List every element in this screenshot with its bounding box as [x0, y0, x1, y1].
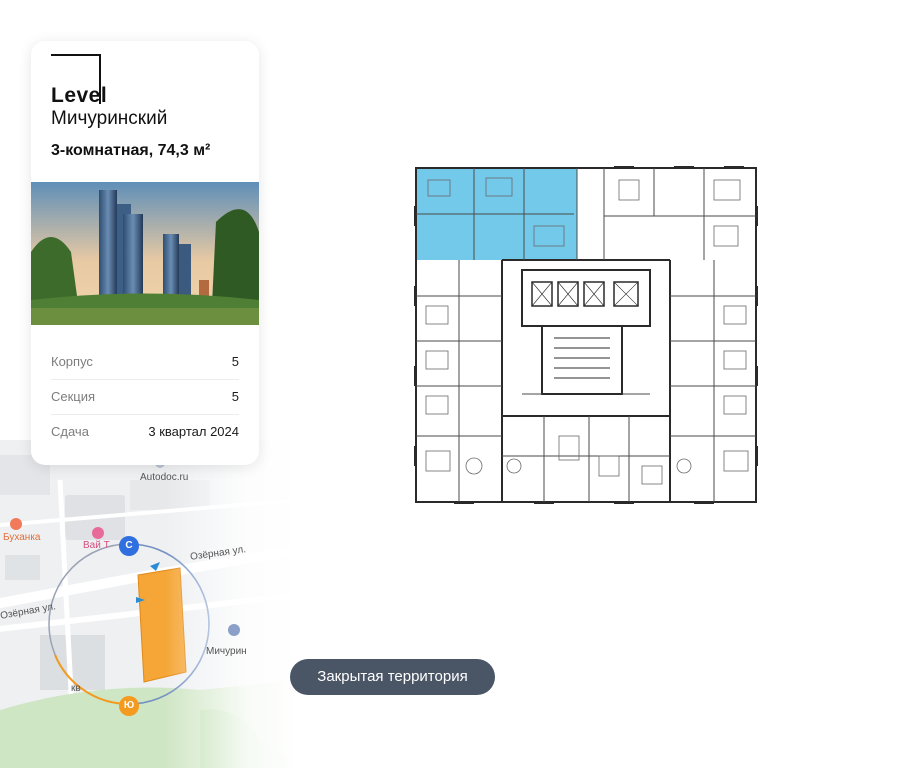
floor-plan[interactable]	[412, 164, 760, 506]
closed-territory-button[interactable]: Закрытая территория	[290, 659, 495, 695]
map-label-autodoc: Autodoc.ru	[140, 472, 189, 483]
map-label-michurin: Мичурин	[206, 646, 247, 657]
specs-table: Корпус 5 Секция 5 Сдача 3 квартал 2024	[51, 345, 239, 449]
spec-row-building: Корпус 5	[51, 345, 239, 380]
apartment-info-card: Level Мичуринский 3-комнатная, 74,3 м² К…	[31, 41, 259, 465]
michurin-poi-icon	[228, 624, 240, 636]
spec-value: 5	[231, 389, 239, 404]
spec-label: Корпус	[51, 354, 93, 369]
map-label-bakery: Буханка	[3, 532, 41, 543]
spec-row-completion: Сдача 3 квартал 2024	[51, 415, 239, 449]
floor-plan-drawing	[412, 164, 760, 506]
spec-row-section: Секция 5	[51, 380, 239, 415]
compass-south-marker: Ю	[119, 696, 139, 716]
apartment-title: 3-комнатная, 74,3 м²	[51, 142, 211, 159]
vai-poi-icon	[92, 527, 104, 539]
map-label-vai: Вай Т	[83, 540, 110, 551]
logo-wordmark: Level	[51, 84, 108, 107]
spec-value: 3 квартал 2024	[148, 424, 239, 439]
location-map[interactable]: Autodoc.ru Буханка Вай Т Озёрная ул. Озё…	[0, 440, 300, 768]
map-label-kv: кв	[71, 683, 81, 694]
project-name: Мичуринский	[51, 108, 168, 129]
building-render-image	[31, 182, 259, 325]
compass-north-marker: С	[119, 536, 139, 556]
spec-value: 5	[231, 354, 239, 369]
bakery-poi-icon	[10, 518, 22, 530]
spec-label: Сдача	[51, 424, 89, 439]
spec-label: Секция	[51, 389, 96, 404]
